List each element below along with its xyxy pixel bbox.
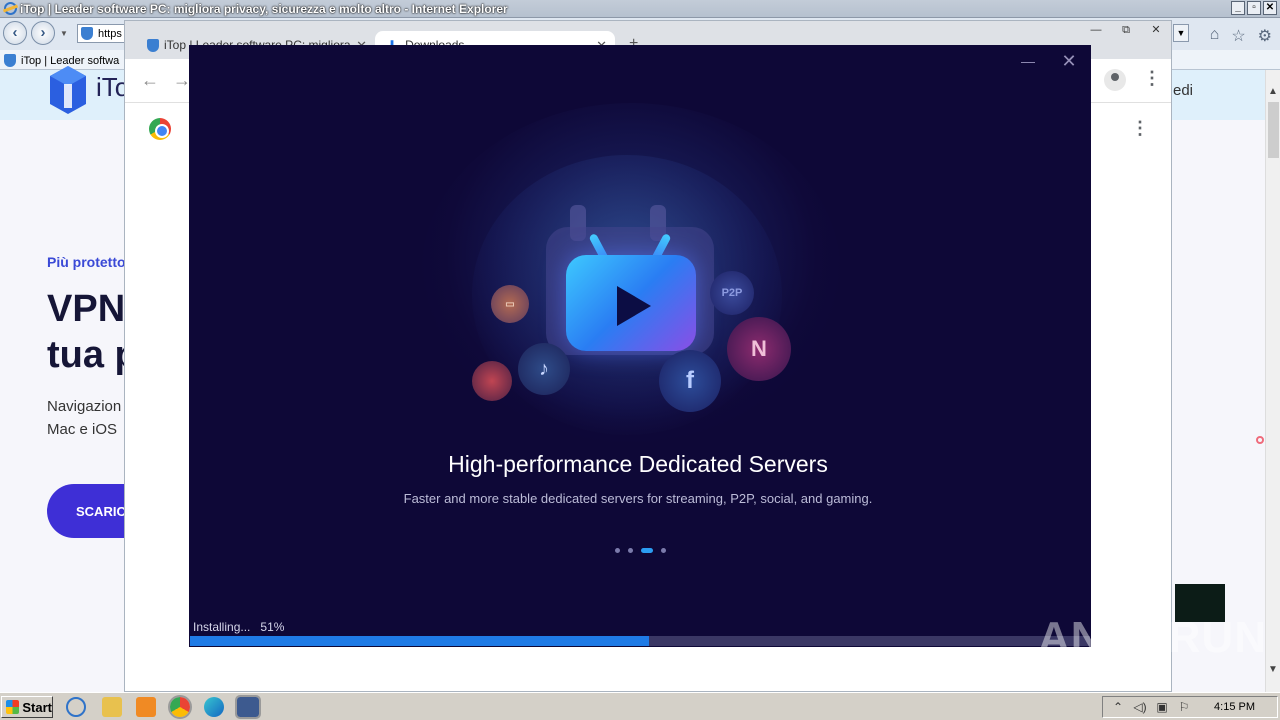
- game-bubble-icon: [472, 361, 512, 401]
- chrome-logo-icon: [149, 118, 171, 140]
- edge-icon[interactable]: [204, 697, 224, 717]
- start-button[interactable]: Start: [1, 696, 53, 718]
- chrome-icon[interactable]: [168, 695, 192, 719]
- ie-address-bar[interactable]: https: [77, 24, 127, 43]
- media-icon[interactable]: [136, 697, 156, 717]
- installer-headline: High-performance Dedicated Servers: [448, 451, 828, 477]
- volume-icon[interactable]: ◁): [1133, 700, 1147, 714]
- tiktok-bubble-icon: ♪: [518, 343, 570, 395]
- profile-avatar-icon[interactable]: [1104, 69, 1126, 91]
- install-progress-bar: [190, 636, 1090, 646]
- star-icon[interactable]: ☆: [1231, 26, 1245, 46]
- page-nav-link[interactable]: edi: [1173, 82, 1193, 99]
- ie-window-title: iTop | Leader software PC: migliora priv…: [20, 1, 508, 16]
- chrome-minimize-button[interactable]: —: [1081, 21, 1111, 41]
- carousel-dot[interactable]: [641, 548, 653, 553]
- ie-logo-icon: [4, 2, 17, 15]
- downloads-menu-icon[interactable]: ⋮: [1131, 119, 1149, 137]
- ie-command-icons: ⌂ ☆ ⚙: [1210, 26, 1272, 46]
- installer-subtitle: Faster and more stable dedicated servers…: [403, 491, 873, 506]
- facebook-bubble-icon: f: [659, 350, 721, 412]
- ie-back-button[interactable]: ‹: [3, 21, 27, 45]
- back-arrow-icon[interactable]: ←: [141, 70, 159, 91]
- installer-window: — ✕ ▭ ♪ P2P N f High-performance Dedicat…: [189, 45, 1091, 647]
- ie-title-bar: iTop | Leader software PC: migliora priv…: [0, 0, 1280, 18]
- tray-expand-icon[interactable]: ⌃: [1111, 700, 1125, 714]
- network-icon[interactable]: ▣: [1155, 700, 1169, 714]
- shield-icon: [81, 27, 93, 40]
- chrome-close-button[interactable]: ✕: [1141, 21, 1171, 41]
- scroll-up-icon[interactable]: ▲: [1268, 86, 1278, 97]
- page-body-line2: Mac e iOS: [47, 421, 118, 438]
- install-progress-percent: 51%: [260, 620, 285, 634]
- windows-logo-icon: [6, 700, 20, 714]
- page-marker-icon: [1256, 436, 1264, 444]
- ie-icon[interactable]: [66, 697, 86, 717]
- ie-scrollbar[interactable]: ▲ ▼: [1265, 70, 1280, 692]
- ie-forward-button[interactable]: ›: [31, 21, 55, 45]
- scroll-thumb[interactable]: [1268, 102, 1279, 158]
- system-tray: ⌃ ◁) ▣ ⚐ 4:15 PM: [1102, 696, 1278, 718]
- ie-tab-label: iTop | Leader softwa: [21, 54, 120, 67]
- carousel-dots: [615, 548, 666, 553]
- anyrun-watermark: ANY▷RUN: [1038, 613, 1268, 662]
- installer-close-button[interactable]: ✕: [1059, 51, 1079, 71]
- gear-icon[interactable]: ⚙: [1258, 26, 1272, 46]
- chrome-menu-icon[interactable]: ⋮: [1143, 69, 1161, 87]
- install-progress-fill: [190, 636, 649, 646]
- ie-maximize-button[interactable]: ▫: [1247, 1, 1261, 15]
- home-icon[interactable]: ⌂: [1210, 26, 1220, 46]
- p2p-bubble-icon: P2P: [710, 271, 754, 315]
- install-status: Installing... 51%: [193, 620, 284, 634]
- page-subtitle: Più protetto: [47, 254, 126, 270]
- netflix-bubble-icon: N: [727, 317, 791, 381]
- ie-window-controls: _ ▫ ✕: [1231, 1, 1277, 15]
- folder-icon[interactable]: [102, 697, 122, 717]
- scroll-down-icon[interactable]: ▼: [1268, 664, 1278, 675]
- ie-close-button[interactable]: ✕: [1263, 1, 1277, 15]
- flag-icon[interactable]: ⚐: [1177, 700, 1191, 714]
- gaming-bubble-icon: ▭: [491, 285, 529, 323]
- ie-history-dropdown-icon[interactable]: ▼: [60, 29, 68, 38]
- installer-minimize-button[interactable]: —: [1019, 53, 1037, 71]
- page-heading-line1: VPN: [47, 288, 126, 330]
- chrome-window-controls: — ⧉ ✕: [1081, 21, 1171, 41]
- shield-icon: [4, 54, 16, 67]
- ie-minimize-button[interactable]: _: [1231, 1, 1245, 15]
- shield-icon: [147, 38, 159, 52]
- ie-address-text: https: [98, 27, 122, 40]
- carousel-dot[interactable]: [628, 548, 633, 553]
- chrome-maximize-button[interactable]: ⧉: [1111, 21, 1141, 41]
- carousel-dot[interactable]: [661, 548, 666, 553]
- itop-logo-icon[interactable]: [50, 66, 86, 114]
- start-label: Start: [22, 699, 52, 715]
- play-icon: [617, 286, 651, 326]
- taskbar-clock[interactable]: 4:15 PM: [1214, 701, 1255, 713]
- installer-icon[interactable]: [235, 695, 261, 719]
- page-body-line1: Navigazion: [47, 398, 122, 415]
- ie-address-dropdown-button[interactable]: ▼: [1173, 24, 1189, 42]
- carousel-dot[interactable]: [615, 548, 620, 553]
- taskbar: Start ⌃ ◁) ▣ ⚐ 4:15 PM: [0, 692, 1280, 720]
- install-status-text: Installing...: [193, 620, 251, 634]
